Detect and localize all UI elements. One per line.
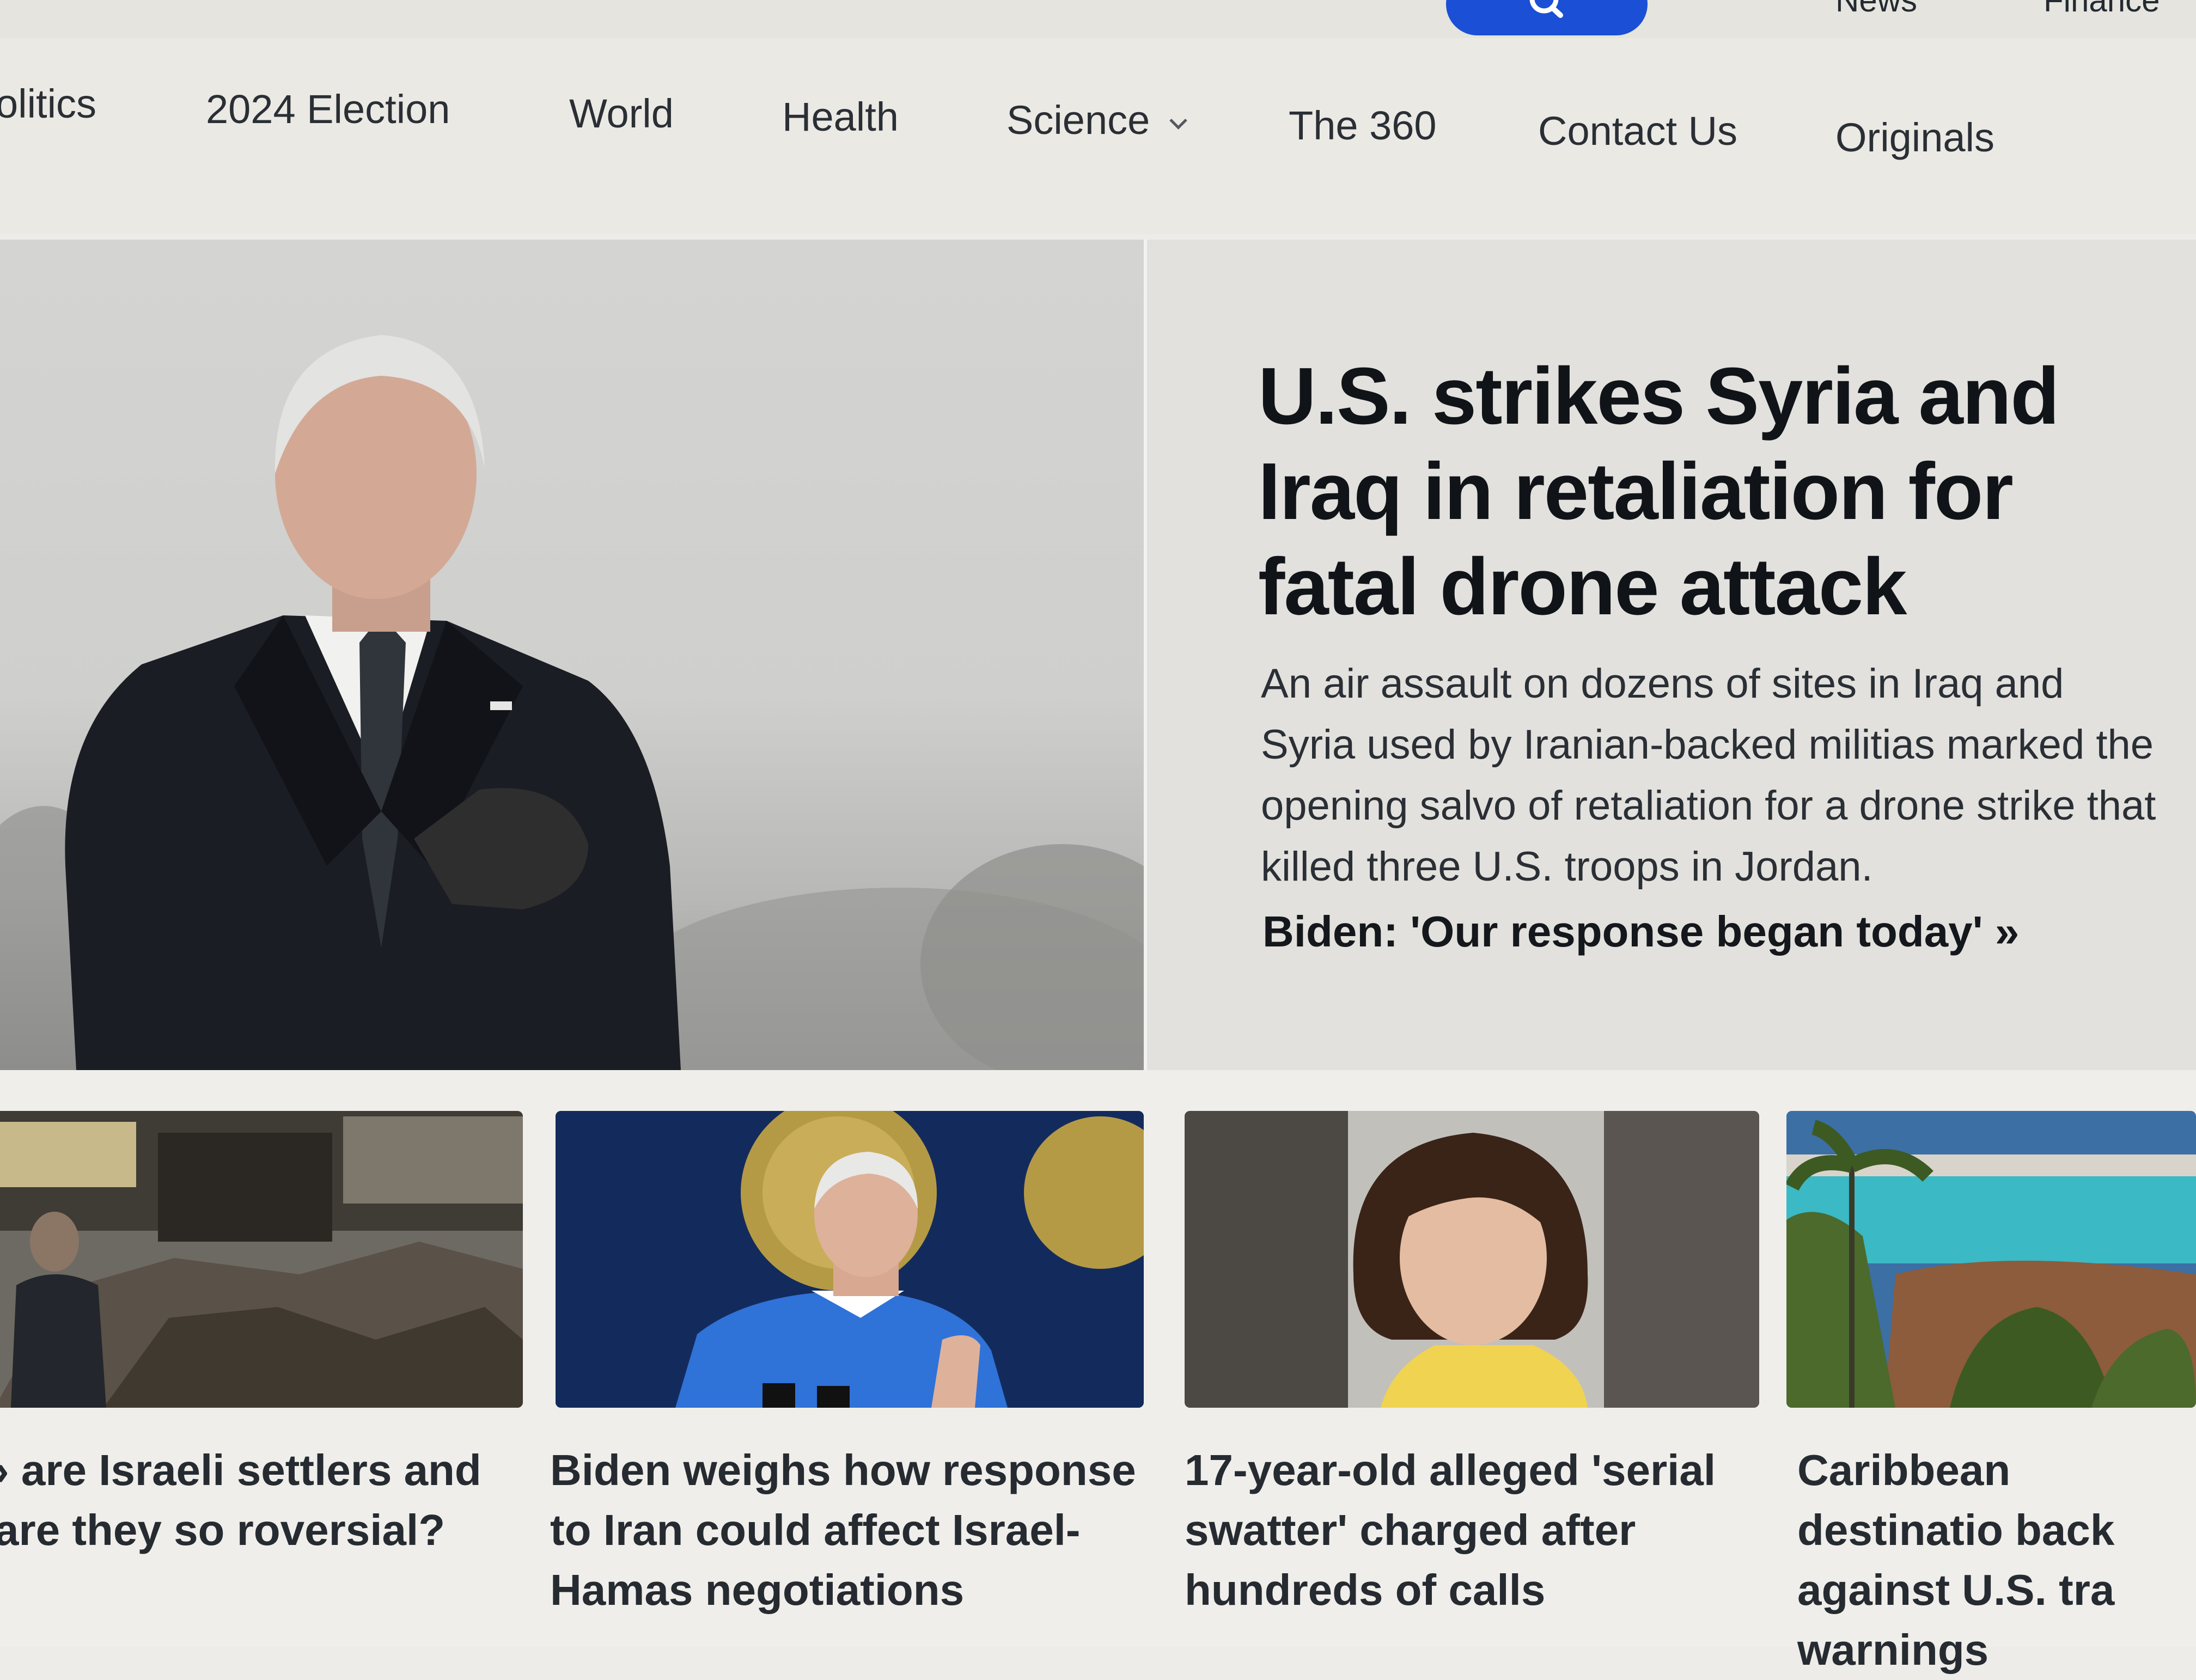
card-2-image[interactable] bbox=[556, 1111, 1144, 1408]
hero-headline[interactable]: U.S. strikes Syria and Iraq in retaliati… bbox=[1258, 349, 2108, 634]
card-1-title[interactable]: › are Israeli settlers and are they so r… bbox=[0, 1440, 517, 1560]
card-1-image[interactable] bbox=[0, 1111, 523, 1408]
top-link-finance[interactable]: Finance bbox=[2043, 0, 2180, 19]
chevron-down-icon[interactable] bbox=[1169, 112, 1187, 130]
nav-item-health[interactable]: Health bbox=[782, 94, 899, 140]
card-3-title[interactable]: 17-year-old alleged 'serial swatter' cha… bbox=[1185, 1440, 1762, 1620]
story-cards: › are Israeli settlers and are they so r… bbox=[0, 1070, 2196, 1674]
top-bar: News Finance bbox=[0, 0, 2196, 38]
card-4-title[interactable]: Caribbean destinatio back against U.S. t… bbox=[1797, 1440, 2196, 1680]
hero-story[interactable]: U.S. strikes Syria and Iraq in retaliati… bbox=[0, 240, 2196, 1070]
nav-item-world[interactable]: World bbox=[569, 90, 674, 137]
nav-item-the-360[interactable]: The 360 bbox=[1289, 102, 1437, 149]
search-button[interactable] bbox=[1446, 0, 1648, 35]
nav-item-2024-election[interactable]: 2024 Election bbox=[206, 86, 450, 132]
top-link-news[interactable]: News bbox=[1835, 0, 1939, 19]
hero-image[interactable] bbox=[0, 240, 1144, 1070]
nav-item-science[interactable]: Science bbox=[1006, 97, 1150, 143]
hero-related-link[interactable]: Biden: 'Our response began today' » bbox=[1262, 907, 2019, 957]
card-2-title[interactable]: Biden weighs how response to Iran could … bbox=[550, 1440, 1144, 1620]
nav-item-politics[interactable]: olitics bbox=[0, 81, 96, 127]
nav-item-originals[interactable]: Originals bbox=[1835, 114, 1994, 161]
hero-summary: An air assault on dozens of sites in Ira… bbox=[1261, 661, 2156, 890]
card-3-image[interactable] bbox=[1185, 1111, 1759, 1408]
card-4-image[interactable] bbox=[1786, 1111, 2196, 1408]
nav-item-contact-us[interactable]: Contact Us bbox=[1538, 108, 1737, 154]
section-nav: olitics 2024 Election World Health Scien… bbox=[0, 38, 2196, 234]
hero-divider bbox=[1144, 240, 1147, 1070]
search-icon bbox=[1529, 0, 1563, 18]
